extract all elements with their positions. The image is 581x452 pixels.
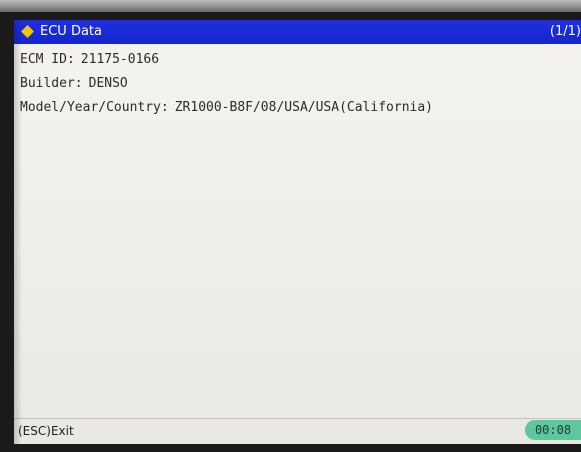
ecm-id-label: ECM ID:	[20, 52, 75, 67]
page-indicator: (1/1)	[549, 24, 581, 39]
ecm-id-value: 21175-0166	[80, 52, 160, 67]
device-bezel: ECU Data (1/1) ECM ID: 21175-0166 Builder…	[0, 0, 581, 452]
ecm-id-row: ECM ID: 21175-0166	[20, 52, 159, 68]
timer-badge: 00:08	[525, 420, 581, 440]
model-row: Model/Year/Country: ZR1000-B8F/08/USA/USA…	[20, 100, 433, 116]
yellow-diamond-icon	[21, 25, 34, 38]
footer-divider	[14, 418, 581, 419]
builder-row: Builder: DENSO	[20, 76, 128, 92]
screen-edge-shadow	[14, 20, 22, 444]
esc-exit-button[interactable]: (ESC)Exit	[18, 424, 74, 438]
builder-label: Builder:	[20, 76, 83, 91]
bezel-glare	[0, 0, 581, 12]
builder-value: DENSO	[88, 76, 128, 91]
model-label: Model/Year/Country:	[20, 100, 169, 115]
window-title: ECU Data	[40, 24, 102, 39]
title-bar: ECU Data (1/1)	[14, 20, 581, 44]
lcd-screen: ECU Data (1/1) ECM ID: 21175-0166 Builder…	[14, 20, 581, 444]
model-value: ZR1000-B8F/08/USA/USA(California)	[174, 100, 433, 115]
